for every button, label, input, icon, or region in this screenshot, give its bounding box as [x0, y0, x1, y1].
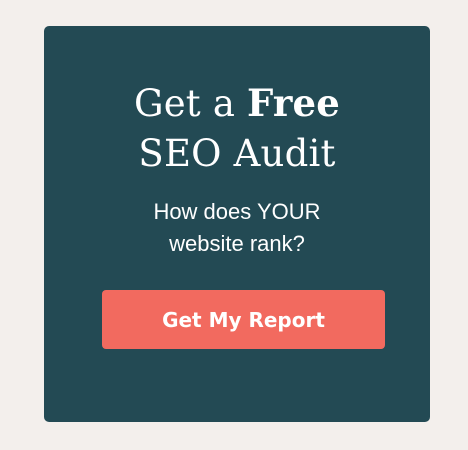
- promo-subtext: How does YOUR website rank?: [44, 196, 430, 260]
- promo-headline: Get a Free SEO Audit: [44, 78, 430, 179]
- promo-headline-line2: SEO Audit: [138, 132, 336, 175]
- promo-headline-line1: Get a Free: [44, 78, 430, 129]
- get-my-report-button[interactable]: Get My Report: [102, 290, 385, 349]
- promo-subtext-line1: How does YOUR: [153, 199, 321, 224]
- promo-subtext-line2: website rank?: [169, 231, 305, 256]
- headline-prefix: Get a: [133, 82, 248, 125]
- seo-audit-promo-card: Get a Free SEO Audit How does YOUR websi…: [44, 26, 430, 422]
- headline-free-emphasis: Free: [247, 81, 341, 125]
